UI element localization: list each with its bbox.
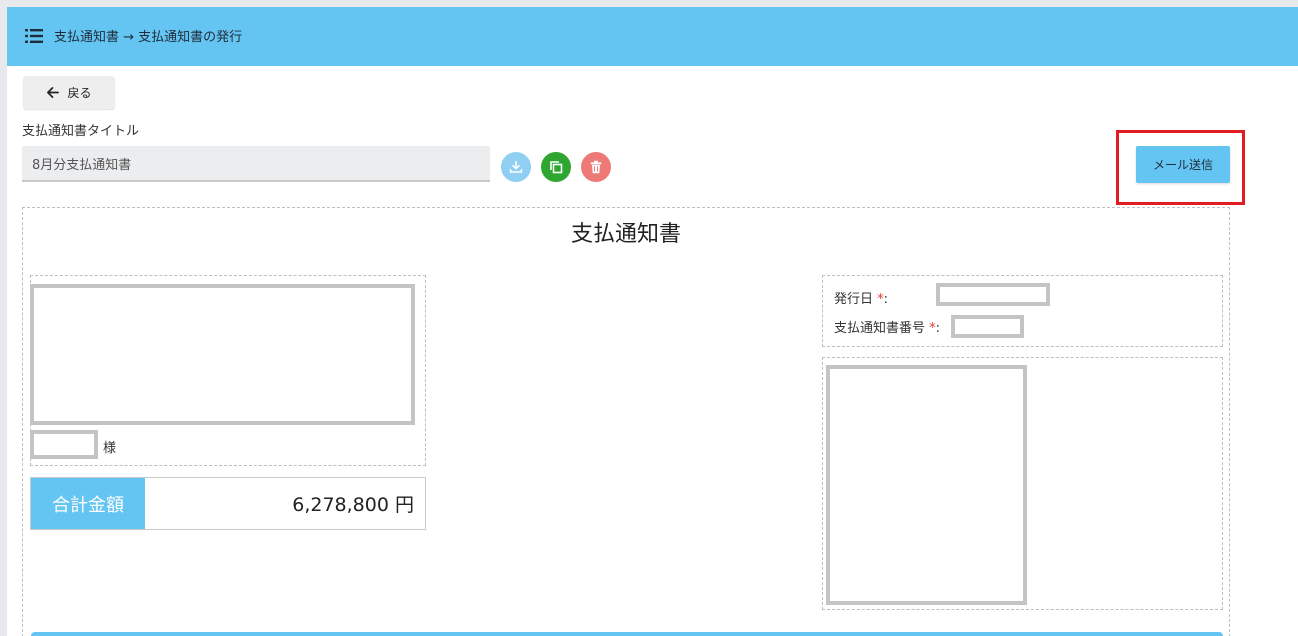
document-preview: 支払通知書 様 合計金額 6,278,800 円 発行日 *: 支払通知書番号 …: [22, 207, 1230, 636]
back-button[interactable]: 戻る: [23, 76, 115, 109]
total-amount-value: 6,278,800 円: [292, 494, 414, 516]
back-button-label: 戻る: [67, 86, 92, 100]
redacted-recipient-name: [30, 430, 98, 459]
details-table-header: [31, 632, 1223, 636]
notice-number-label: 支払通知書番号: [834, 321, 926, 336]
header-bar: 支払通知書 → 支払通知書の発行: [7, 7, 1298, 66]
title-input[interactable]: [22, 146, 490, 182]
recipient-block: 様: [30, 275, 426, 466]
title-field-label: 支払通知書タイトル: [22, 124, 140, 139]
total-amount-label: 合計金額: [31, 478, 145, 529]
copy-button[interactable]: [541, 152, 571, 182]
issuer-block: [822, 357, 1223, 610]
redacted-issue-date: [936, 283, 1050, 306]
document-meta: 発行日 *: 支払通知書番号 *:: [822, 275, 1223, 347]
redacted-notice-number: [951, 315, 1024, 338]
trash-icon: [590, 160, 602, 174]
copy-icon: [550, 161, 563, 174]
breadcrumb: 支払通知書 → 支払通知書の発行: [54, 30, 243, 45]
redacted-issuer-info: [826, 365, 1027, 605]
issue-date-row: 発行日 *:: [834, 288, 888, 307]
total-amount-box: 合計金額 6,278,800 円: [30, 477, 426, 530]
issue-date-label: 発行日: [834, 292, 874, 307]
label-colon: :: [935, 321, 941, 336]
recipient-honorific: 様: [103, 441, 117, 456]
send-mail-button[interactable]: メール送信: [1136, 146, 1230, 183]
redacted-recipient-address: [30, 284, 415, 425]
notice-number-row: 支払通知書番号 *:: [834, 317, 940, 336]
delete-button[interactable]: [581, 152, 611, 182]
document-title: 支払通知書: [570, 222, 681, 247]
list-icon[interactable]: [25, 29, 43, 43]
download-button[interactable]: [501, 152, 531, 182]
app-window: 支払通知書 → 支払通知書の発行 戻る 支払通知書タイトル メール送信 支払通知…: [7, 7, 1298, 636]
label-colon: :: [883, 292, 889, 307]
download-icon: [509, 160, 523, 173]
arrow-left-icon: [47, 87, 60, 98]
